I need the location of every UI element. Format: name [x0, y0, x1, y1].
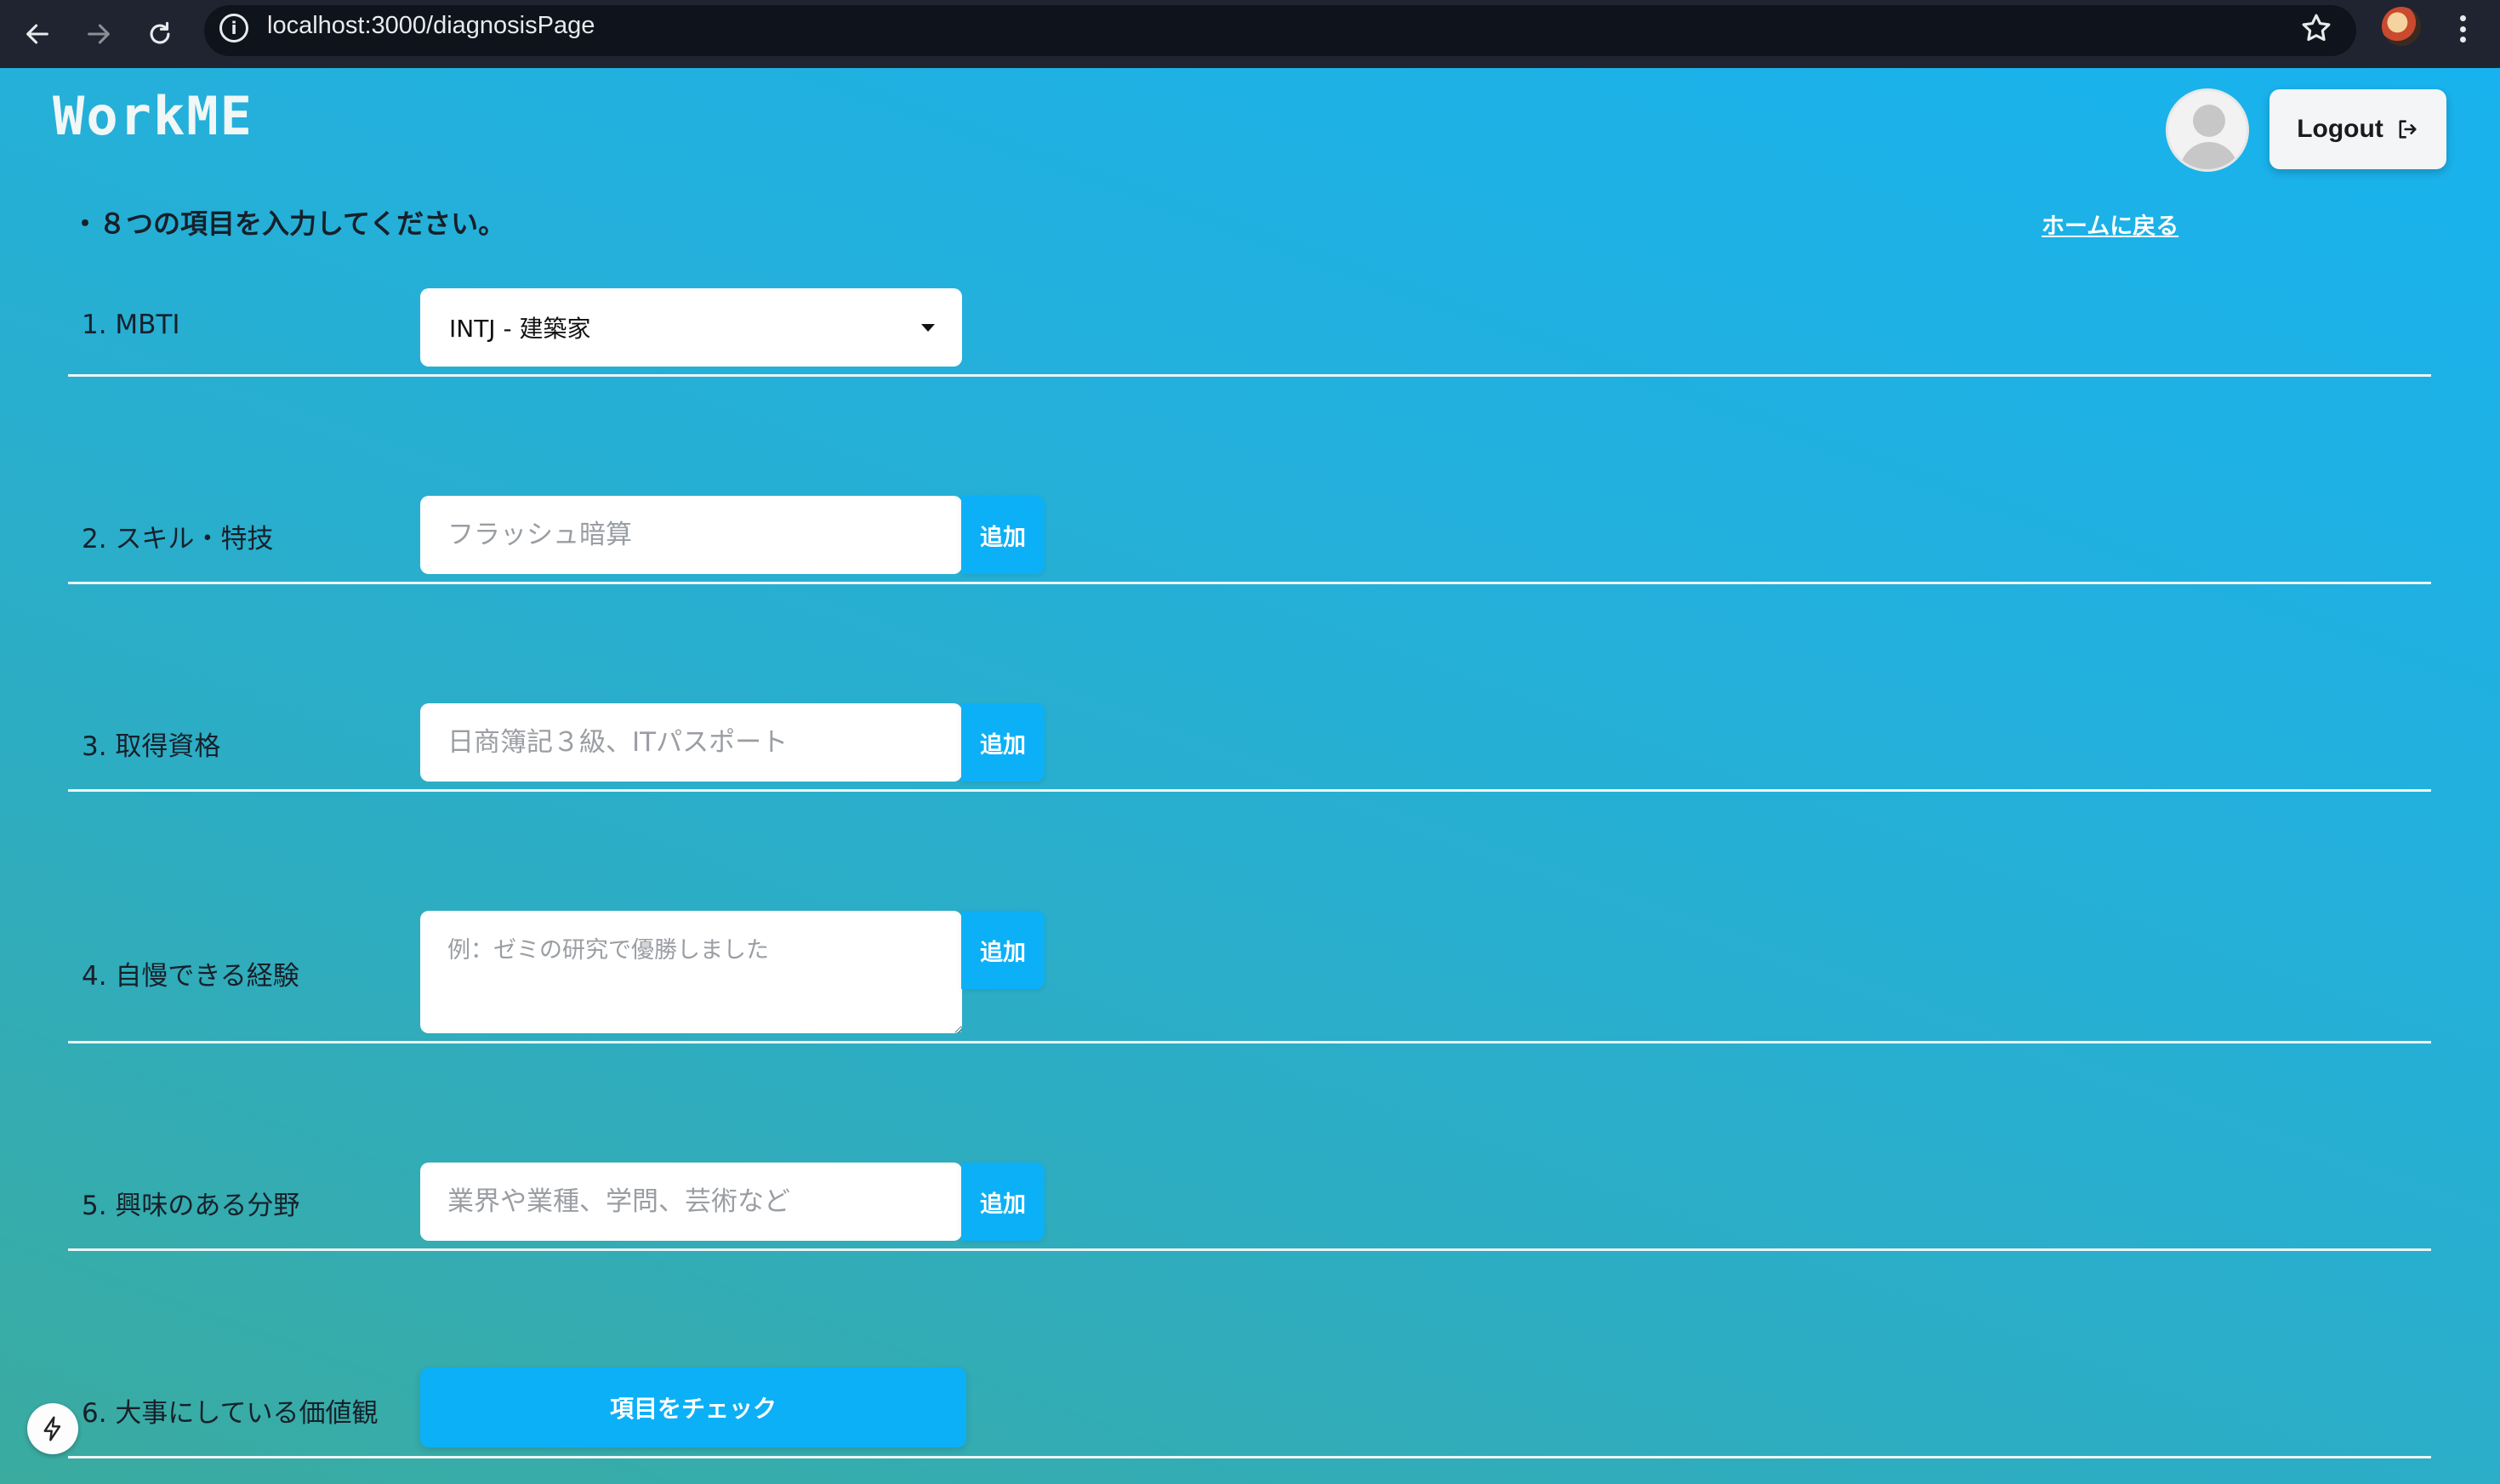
experience-textarea[interactable]: [420, 911, 962, 1033]
lightning-icon: [43, 1416, 61, 1441]
add-experience-button[interactable]: 追加: [961, 911, 1045, 989]
mbti-select[interactable]: INTJ - 建築家: [420, 288, 962, 367]
mbti-selected-value: INTJ - 建築家: [449, 315, 591, 343]
qualifications-label: 3. 取得資格: [82, 731, 221, 762]
divider: [68, 789, 2431, 792]
home-link[interactable]: ホームに戻る: [2042, 208, 2178, 241]
skills-input[interactable]: [420, 496, 962, 574]
add-interests-button[interactable]: 追加: [961, 1163, 1045, 1241]
diagnosis-page: WorkME Logout ・８つの項目を入力してください。 ホームに戻る 1.…: [0, 68, 2500, 1484]
site-info-icon[interactable]: i: [219, 14, 248, 43]
user-avatar[interactable]: [2166, 88, 2249, 172]
profile-avatar-icon[interactable]: [2382, 7, 2421, 46]
app-logo[interactable]: WorkME: [53, 85, 253, 147]
interests-input[interactable]: [420, 1163, 962, 1241]
browser-toolbar: i localhost:3000/diagnosisPage: [0, 0, 2500, 68]
divider: [68, 1456, 2431, 1458]
chevron-down-icon: [921, 324, 935, 332]
divider: [68, 374, 2431, 377]
url-text[interactable]: localhost:3000/diagnosisPage: [267, 12, 595, 40]
logout-label: Logout: [2297, 115, 2383, 143]
forward-arrow-icon[interactable]: [73, 9, 124, 60]
logout-button[interactable]: Logout: [2269, 89, 2446, 169]
experience-label: 4. 自慢できる経験: [82, 961, 299, 992]
check-items-button[interactable]: 項目をチェック: [420, 1367, 966, 1447]
divider: [68, 1248, 2431, 1251]
avatar-body-shape: [2180, 142, 2238, 169]
reload-icon[interactable]: [134, 9, 185, 60]
back-arrow-icon[interactable]: [12, 9, 63, 60]
divider: [68, 1041, 2431, 1043]
add-qualifications-button[interactable]: 追加: [961, 703, 1045, 782]
divider: [68, 582, 2431, 584]
avatar-head-shape: [2193, 105, 2225, 137]
qualifications-input[interactable]: [420, 703, 962, 782]
dev-tools-badge[interactable]: [27, 1403, 78, 1454]
menu-dots-icon[interactable]: [2450, 12, 2475, 46]
values-label: 6. 大事にしている価値観: [82, 1398, 379, 1429]
add-skills-button[interactable]: 追加: [961, 496, 1045, 574]
skills-label: 2. スキル・特技: [82, 524, 274, 554]
bookmark-star-icon[interactable]: [2298, 10, 2334, 46]
instruction-text: ・８つの項目を入力してください。: [71, 208, 506, 240]
logout-icon: [2399, 120, 2417, 139]
mbti-label: 1. MBTI: [82, 310, 180, 340]
interests-label: 5. 興味のある分野: [82, 1191, 300, 1221]
